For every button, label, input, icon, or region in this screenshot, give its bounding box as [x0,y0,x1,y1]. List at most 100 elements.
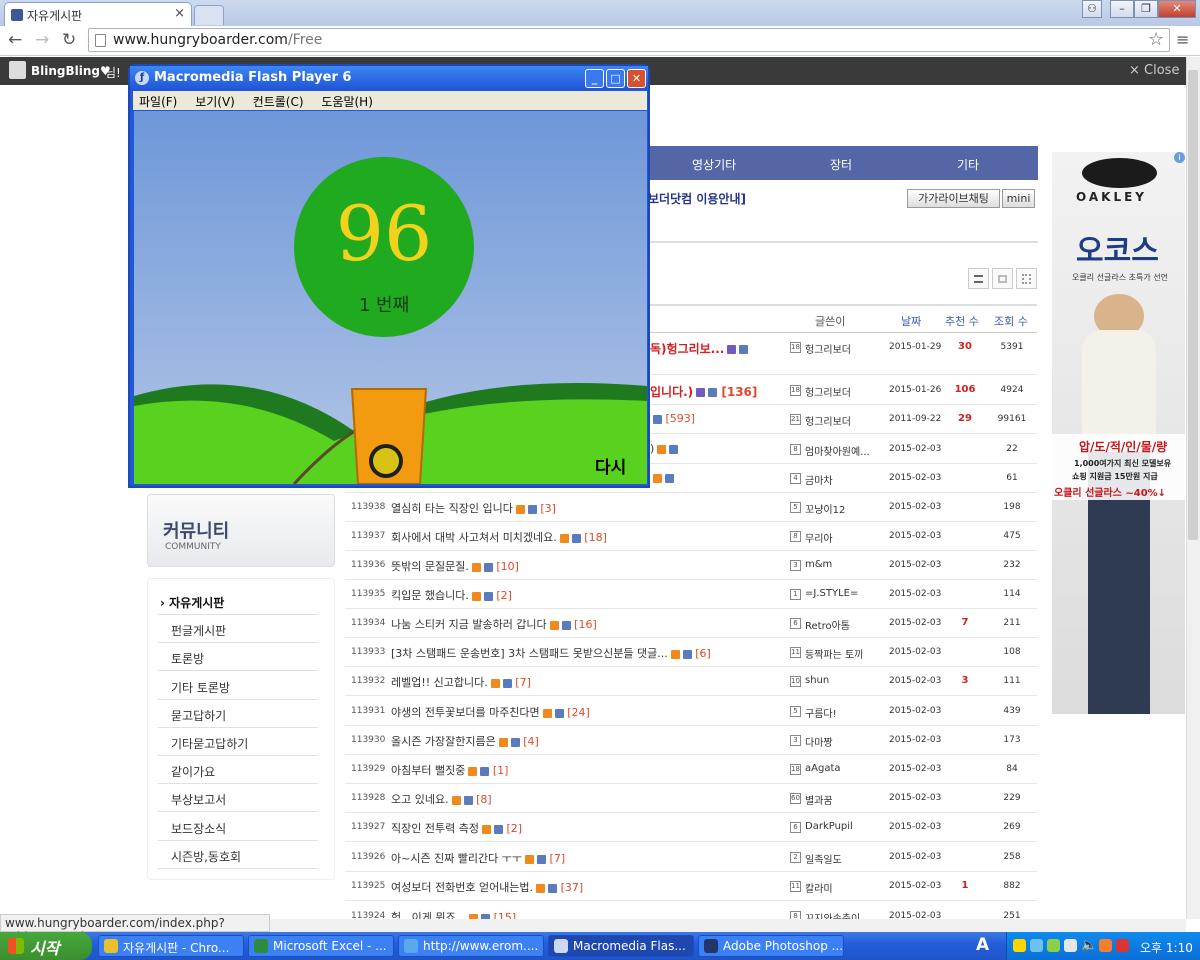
start-button[interactable]: 시작 [0,932,92,960]
address-bar[interactable]: www.hungryboarder.com/Free [88,28,1170,52]
minimize-icon[interactable]: – [1110,0,1134,18]
post-title[interactable]: [3차 스탬패드 운송번호] 3차 스탬패드 못받으신분들 댓글... [6] [391,645,711,661]
post-writer[interactable]: aAgata [805,763,841,774]
table-row[interactable]: 113925 여성보더 전화번호 얻어내는법. [37] 11 칼라미 2015-02-… [345,872,1037,901]
clock[interactable]: 오후 1:10 [1140,939,1193,956]
comment-count[interactable]: [37] [561,881,584,894]
forward-arrow-icon[interactable]: → [35,30,49,50]
list-view-icon[interactable] [968,268,989,289]
restore-icon[interactable]: ❐ [1134,0,1158,18]
menu-wrench-icon[interactable]: ≡ [1176,30,1189,49]
sidebar-item[interactable]: 부상보고서 [158,784,318,813]
comment-count[interactable]: [4] [523,735,539,748]
table-row[interactable]: 113929 아침부터 뻘짓중 [1] 18 aAgata 2015-02-03 84 [345,755,1037,784]
post-title[interactable]: 직장인 전투력 측정 [2] [391,820,522,836]
post-title[interactable] [650,471,674,484]
comment-count[interactable]: [18] [584,531,607,544]
post-title[interactable]: 킥입문 했습니다. [2] [391,587,512,603]
sidebar-item[interactable]: 시즌방,동호회 [158,841,318,869]
post-title[interactable]: 열심히 타는 직장인 입니다 [3] [391,500,556,516]
comment-count[interactable]: [8] [476,793,492,806]
comment-count[interactable]: [16] [574,618,597,631]
post-writer[interactable]: DarkPupil [805,821,853,832]
flash-stage[interactable]: 96 1 번째 다시 [134,111,647,484]
flash-title-bar[interactable]: ƒ Macromedia Flash Player 6 [130,66,648,90]
post-writer[interactable]: m&m [805,559,832,570]
post-title[interactable]: 레벨업!! 신고합니다. [7] [391,674,531,690]
flash-minimize-icon[interactable]: _ [585,69,604,88]
flash-menu-control[interactable]: 컨트롤(C) [253,95,304,109]
comment-count[interactable]: [1] [493,764,509,777]
nav-etc[interactable]: 기타 [957,156,979,173]
tab-free-board[interactable]: 자유게시판 × [4,2,192,26]
task-chrome[interactable]: 자유게시판 - Chro... [98,935,244,957]
gallery-view-icon[interactable] [1016,268,1037,289]
post-writer[interactable]: 일족일도 [805,851,842,866]
post-title[interactable]: 아침부터 뻘짓중 [1] [391,762,508,778]
flash-menu-file[interactable]: 파일(F) [139,95,177,109]
volume-icon[interactable]: 🔈 [1081,938,1097,953]
post-title[interactable]: 독)헝그리보... [650,340,749,357]
table-row[interactable]: 113937 회사에서 대박 사고쳐서 미치겠네요. [18] 8 무리아 2015-0… [345,522,1037,551]
comment-count[interactable]: [7] [515,676,531,689]
bookmark-star-icon[interactable]: ☆ [1148,29,1164,50]
oakley-ad[interactable]: OAKLEY 오코스 오클리 선글라스 초특가 선언 압/도/적/인/물/량 1… [1052,152,1185,714]
comment-count[interactable]: [136] [721,385,757,399]
post-title[interactable]: 아~시즌 진짜 빨리간다 ㅜㅜ [7] [391,850,565,866]
table-row[interactable]: 113927 직장인 전투력 측정 [2] 6 DarkPupil 2015-02-03… [345,813,1037,842]
update-icon[interactable] [1047,939,1060,952]
post-writer[interactable]: 다마짱 [805,734,833,749]
flash-menu-view[interactable]: 보기(V) [195,95,235,109]
mini-button[interactable]: mini [1002,189,1035,208]
table-row[interactable]: 113928 오고 있네요. [8] 60 별과꿈 2015-02-03 229 [345,784,1037,813]
post-title[interactable]: 올시즌 가장잘한지름은 [4] [391,733,539,749]
post-title[interactable]: [593] [650,412,695,425]
comment-count[interactable]: [10] [496,560,519,573]
post-writer[interactable]: 헝그리보더 [805,341,851,356]
post-writer[interactable]: 등짝파는 토끼 [805,646,863,661]
post-writer[interactable]: 별과꿈 [805,792,833,807]
security-icon[interactable] [1099,939,1112,952]
flash-close-icon[interactable]: ✕ [627,69,646,88]
post-title[interactable]: ) [650,442,679,455]
new-tab-button[interactable] [194,5,224,25]
post-title[interactable]: 오고 있네요. [8] [391,791,492,807]
network-icon[interactable] [1030,939,1043,952]
comment-count[interactable]: [24] [567,706,590,719]
post-writer[interactable]: 금마차 [805,472,833,487]
post-writer[interactable]: 꼬냥이12 [805,501,845,516]
post-writer[interactable]: shun [805,675,829,686]
nav-video-etc[interactable]: 영상기타 [692,156,736,173]
horizontal-scrollbar[interactable] [270,919,1186,933]
task-excel[interactable]: Microsoft Excel - ... [248,935,394,957]
col-date[interactable]: 날짜 [901,313,921,329]
post-title[interactable]: 뜻밖의 문질문질. [10] [391,558,519,574]
post-title[interactable]: 회사에서 대박 사고쳐서 미치겠네요. [18] [391,529,607,545]
flash-menu-help[interactable]: 도움말(H) [321,95,373,109]
close-button[interactable]: × Close [1129,63,1179,78]
post-writer[interactable]: 헝그리보더 [805,413,851,428]
user-icon[interactable]: ⚇ [1082,0,1102,18]
table-row[interactable]: 113934 나눔 스티커 지금 발송하러 갑니다 [16] 6 Retro아톰 201… [345,609,1037,638]
post-writer[interactable]: 구름다! [805,705,837,720]
post-title[interactable]: 여성보더 전화번호 얻어내는법. [37] [391,879,583,895]
col-recommend[interactable]: 추천 수 [945,313,979,329]
comment-count[interactable]: [6] [695,647,711,660]
back-arrow-icon[interactable]: ← [8,30,22,50]
post-writer[interactable]: 칼라미 [805,880,833,895]
sidebar-item[interactable]: › 자유게시판 [158,587,318,615]
comment-count[interactable]: [3] [540,502,556,515]
task-flash[interactable]: Macromedia Flas... [548,935,694,957]
post-writer[interactable]: Retro아톰 [805,617,850,632]
comment-count[interactable]: [2] [506,822,522,835]
post-writer[interactable]: 무리아 [805,530,833,545]
nav-market[interactable]: 장터 [830,156,852,173]
sidebar-item[interactable]: 보드장소식 [158,813,318,841]
device-icon[interactable] [1064,939,1077,952]
scrollbar-thumb[interactable] [1188,70,1198,540]
flash-maximize-icon[interactable]: □ [606,69,625,88]
chat-button[interactable]: 가가라이브채팅 [907,189,1000,208]
post-title[interactable]: 야생의 전투꽃보더를 마주친다면 [24] [391,704,590,720]
reload-icon[interactable]: ↻ [62,30,76,50]
sidebar-item[interactable]: 기타묻고답하기 [158,728,318,756]
